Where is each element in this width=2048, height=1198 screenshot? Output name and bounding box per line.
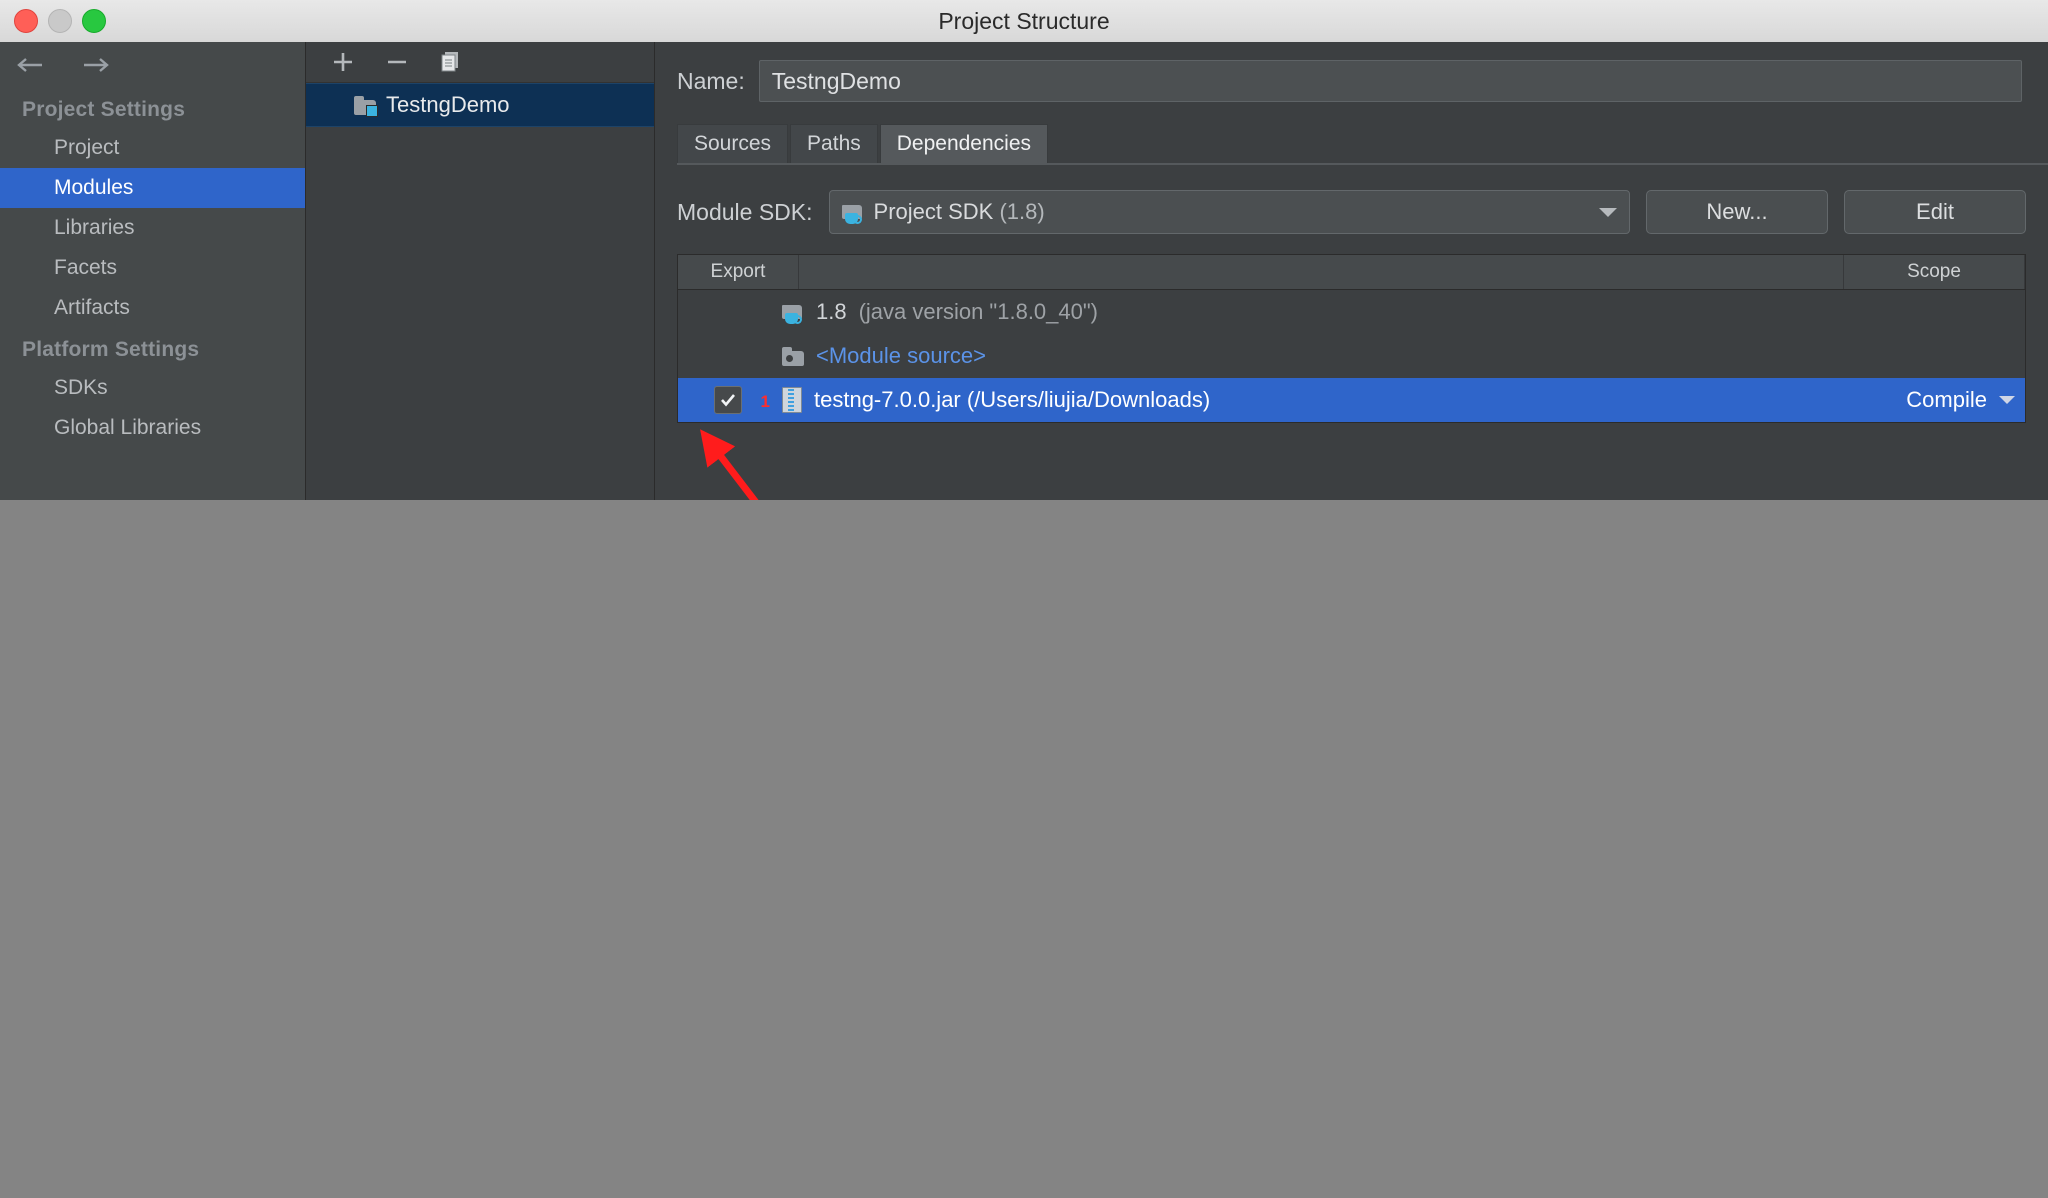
sidebar-item-sdks[interactable]: SDKs xyxy=(0,368,305,408)
module-list-item-label: TestngDemo xyxy=(386,92,510,117)
window-title: Project Structure xyxy=(938,8,1110,34)
sidebar-nav-arrows xyxy=(0,42,305,88)
tab-paths[interactable]: Paths xyxy=(790,124,878,164)
tab-sources[interactable]: Sources xyxy=(677,124,789,164)
forward-arrow-icon[interactable] xyxy=(78,50,112,80)
sidebar-item-project[interactable]: Project xyxy=(0,128,305,168)
module-name-row: Name: TestngDemo xyxy=(655,42,2048,102)
table-row[interactable]: 1.8 (java version "1.8.0_40") xyxy=(678,290,2025,334)
table-row-selected[interactable]: 1 testng-7.0.0.jar (/Users/liujia/Downlo… xyxy=(678,378,2025,422)
modules-toolbar xyxy=(306,42,654,83)
remove-module-icon[interactable] xyxy=(382,47,412,77)
sidebar-item-modules[interactable]: Modules xyxy=(0,168,305,208)
module-list-item-testngdemo[interactable]: TestngDemo xyxy=(306,83,654,127)
row-name-label: testng-7.0.0.jar (/Users/liujia/Download… xyxy=(814,387,1211,412)
java-sdk-icon xyxy=(841,202,864,224)
copy-module-icon[interactable] xyxy=(436,47,466,77)
tab-underline xyxy=(677,163,2048,165)
row-name-cell: 1.8 (java version "1.8.0_40") xyxy=(778,299,1855,325)
row-scope-label: Compile xyxy=(1906,387,1987,412)
table-row[interactable]: <Module source> xyxy=(678,334,2025,378)
settings-sidebar: Project Settings Project Modules Librari… xyxy=(0,42,306,500)
module-source-icon xyxy=(782,346,804,366)
module-name-label: Name: xyxy=(677,67,745,94)
module-detail-panel: Name: TestngDemo Sources Paths Dependenc… xyxy=(655,42,2048,500)
module-sdk-row: Module SDK: Project SDK (1.8) New... Edi… xyxy=(655,164,2048,234)
sdk-new-button[interactable]: New... xyxy=(1646,190,1828,234)
sidebar-item-global-libraries[interactable]: Global Libraries xyxy=(0,408,305,448)
annotation-marker-1: 1 xyxy=(760,392,770,411)
java-sdk-icon xyxy=(782,302,804,324)
row-name-cell: testng-7.0.0.jar (/Users/liujia/Download… xyxy=(778,387,1855,413)
window-body: Project Settings Project Modules Librari… xyxy=(0,42,2048,500)
row-name-cell: <Module source> xyxy=(778,343,1855,369)
export-checkbox[interactable] xyxy=(714,386,742,414)
module-tabs: Sources Paths Dependencies xyxy=(677,124,2048,165)
sidebar-item-artifacts[interactable]: Artifacts xyxy=(0,288,305,328)
module-sdk-value-version: (1.8) xyxy=(999,199,1045,224)
row-name-detail: (java version "1.8.0_40") xyxy=(858,299,1099,324)
column-header-scope[interactable]: Scope xyxy=(1844,255,2025,289)
add-module-icon[interactable] xyxy=(328,47,358,77)
row-scope-cell[interactable]: Compile xyxy=(1855,387,2025,413)
check-icon xyxy=(721,394,735,407)
window-titlebar: Project Structure xyxy=(0,0,2048,43)
row-name-label: 1.8 xyxy=(816,299,847,324)
sidebar-item-facets[interactable]: Facets xyxy=(0,248,305,288)
module-sdk-dropdown[interactable]: Project SDK (1.8) xyxy=(828,190,1630,234)
row-export-cell[interactable]: 1 xyxy=(678,386,778,414)
dependencies-table: Export Scope 1.8 (java version "1.8.0_40 xyxy=(677,254,2026,423)
sidebar-group-platform-settings: Platform Settings xyxy=(22,338,200,361)
project-structure-window: Project Structure Project Settings Proje… xyxy=(0,0,2048,500)
sidebar-item-libraries[interactable]: Libraries xyxy=(0,208,305,248)
column-header-name[interactable] xyxy=(799,255,1844,289)
scope-chevron-down-icon[interactable] xyxy=(1999,396,2015,404)
jar-icon xyxy=(782,387,802,413)
chevron-down-icon[interactable] xyxy=(1599,207,1617,217)
module-name-input[interactable]: TestngDemo xyxy=(758,60,2022,102)
modules-list-panel: TestngDemo xyxy=(306,42,655,500)
module-sdk-value-name: Project SDK xyxy=(873,199,994,224)
tab-dependencies[interactable]: Dependencies xyxy=(879,124,1049,164)
sdk-edit-button[interactable]: Edit xyxy=(1844,190,2026,234)
module-folder-icon xyxy=(354,95,378,117)
module-sdk-label: Module SDK: xyxy=(677,198,813,225)
dependencies-table-header: Export Scope xyxy=(678,255,2025,290)
screen: Project Structure Project Settings Proje… xyxy=(0,0,2048,1198)
column-header-export[interactable]: Export xyxy=(678,255,799,289)
module-sdk-value: Project SDK (1.8) xyxy=(874,199,1045,225)
sidebar-group-project-settings: Project Settings xyxy=(22,98,186,121)
row-name-label: <Module source> xyxy=(816,343,986,368)
back-arrow-icon[interactable] xyxy=(14,50,48,80)
